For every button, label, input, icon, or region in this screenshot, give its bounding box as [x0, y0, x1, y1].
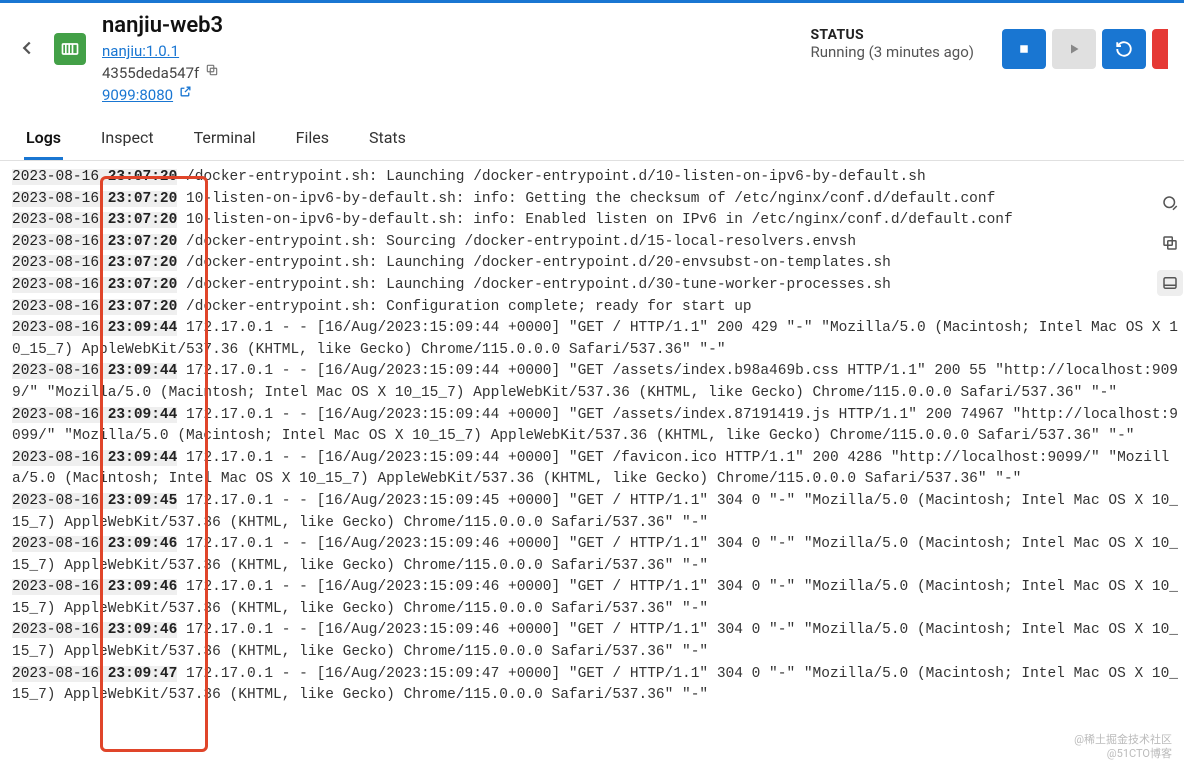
log-message: 172.17.0.1 - - [16/Aug/2023:15:09:47 +00… [12, 666, 1178, 704]
log-line: 2023-08-16 23:09:47 172.17.0.1 - - [16/A… [12, 664, 1184, 707]
log-timestamp: 2023-08-16 23:09:47 [12, 666, 177, 682]
log-timestamp: 2023-08-16 23:07:20 [12, 169, 177, 185]
delete-button[interactable] [1152, 29, 1168, 69]
header: nanjiu-web3 nanjiu:1.0.1 4355deda547f 90… [0, 3, 1184, 114]
log-line: 2023-08-16 23:09:44 172.17.0.1 - - [16/A… [12, 361, 1184, 404]
log-line: 2023-08-16 23:09:45 172.17.0.1 - - [16/A… [12, 491, 1184, 534]
stop-button[interactable] [1002, 29, 1046, 69]
status-text: Running (3 minutes ago) [811, 43, 974, 61]
copy-icon[interactable] [205, 62, 219, 84]
log-line: 2023-08-16 23:07:20 10-listen-on-ipv6-by… [12, 189, 1184, 211]
back-button[interactable] [16, 13, 38, 66]
log-message: 172.17.0.1 - - [16/Aug/2023:15:09:46 +00… [12, 536, 1178, 574]
log-timestamp: 2023-08-16 23:07:20 [12, 255, 177, 271]
log-message: /docker-entrypoint.sh: Launching /docker… [177, 255, 891, 271]
log-message: 172.17.0.1 - - [16/Aug/2023:15:09:45 +00… [12, 493, 1178, 531]
search-icon[interactable] [1157, 190, 1183, 216]
logs-side-toolbar [1156, 190, 1184, 296]
tabs: Logs Inspect Terminal Files Stats [0, 114, 1184, 161]
tab-inspect[interactable]: Inspect [99, 120, 156, 160]
log-line: 2023-08-16 23:09:44 172.17.0.1 - - [16/A… [12, 448, 1184, 491]
log-message: /docker-entrypoint.sh: Launching /docker… [177, 277, 891, 293]
tab-terminal[interactable]: Terminal [192, 120, 258, 160]
image-link[interactable]: nanjiu:1.0.1 [102, 40, 179, 62]
container-title: nanjiu-web3 [102, 13, 795, 38]
log-line: 2023-08-16 23:09:46 172.17.0.1 - - [16/A… [12, 577, 1184, 620]
tab-stats[interactable]: Stats [367, 120, 408, 160]
log-timestamp: 2023-08-16 23:09:46 [12, 622, 177, 638]
watermarks: @稀土掘金技术社区 @51CTO博客 [1074, 733, 1172, 761]
log-line: 2023-08-16 23:07:20 /docker-entrypoint.s… [12, 167, 1184, 189]
log-message: 172.17.0.1 - - [16/Aug/2023:15:09:44 +00… [12, 407, 1178, 445]
log-line: 2023-08-16 23:07:20 /docker-entrypoint.s… [12, 297, 1184, 319]
log-message: 172.17.0.1 - - [16/Aug/2023:15:09:44 +00… [12, 363, 1178, 401]
log-message: /docker-entrypoint.sh: Sourcing /docker-… [177, 234, 856, 250]
log-message: /docker-entrypoint.sh: Configuration com… [177, 299, 751, 315]
log-timestamp: 2023-08-16 23:07:20 [12, 212, 177, 228]
logs-panel[interactable]: 2023-08-16 23:07:20 /docker-entrypoint.s… [0, 161, 1184, 773]
log-timestamp: 2023-08-16 23:09:44 [12, 407, 177, 423]
log-line: 2023-08-16 23:07:20 /docker-entrypoint.s… [12, 232, 1184, 254]
log-line: 2023-08-16 23:09:46 172.17.0.1 - - [16/A… [12, 534, 1184, 577]
start-button[interactable] [1052, 29, 1096, 69]
log-line: 2023-08-16 23:09:44 172.17.0.1 - - [16/A… [12, 318, 1184, 361]
tab-files[interactable]: Files [294, 120, 331, 160]
log-timestamp: 2023-08-16 23:07:20 [12, 299, 177, 315]
log-message: 172.17.0.1 - - [16/Aug/2023:15:09:46 +00… [12, 622, 1178, 660]
log-message: 172.17.0.1 - - [16/Aug/2023:15:09:44 +00… [12, 320, 1178, 358]
log-line: 2023-08-16 23:07:20 /docker-entrypoint.s… [12, 253, 1184, 275]
log-timestamp: 2023-08-16 23:07:20 [12, 234, 177, 250]
tab-logs[interactable]: Logs [24, 120, 63, 160]
copy-logs-icon[interactable] [1157, 230, 1183, 256]
log-timestamp: 2023-08-16 23:07:20 [12, 191, 177, 207]
log-timestamp: 2023-08-16 23:09:44 [12, 320, 177, 336]
restart-button[interactable] [1102, 29, 1146, 69]
log-message: 172.17.0.1 - - [16/Aug/2023:15:09:44 +00… [12, 450, 1169, 488]
log-message: 10-listen-on-ipv6-by-default.sh: info: G… [177, 191, 995, 207]
container-icon [54, 33, 86, 65]
log-line: 2023-08-16 23:07:20 /docker-entrypoint.s… [12, 275, 1184, 297]
log-message: 172.17.0.1 - - [16/Aug/2023:15:09:46 +00… [12, 579, 1178, 617]
log-timestamp: 2023-08-16 23:09:44 [12, 450, 177, 466]
port-link[interactable]: 9099:8080 [102, 84, 173, 106]
log-message: 10-listen-on-ipv6-by-default.sh: info: E… [177, 212, 1012, 228]
container-hash: 4355deda547f [102, 62, 199, 84]
action-buttons [1002, 13, 1168, 69]
log-timestamp: 2023-08-16 23:07:20 [12, 277, 177, 293]
log-message: /docker-entrypoint.sh: Launching /docker… [177, 169, 925, 185]
log-timestamp: 2023-08-16 23:09:46 [12, 536, 177, 552]
status-block: STATUS Running (3 minutes ago) [811, 13, 986, 61]
log-timestamp: 2023-08-16 23:09:45 [12, 493, 177, 509]
log-timestamp: 2023-08-16 23:09:44 [12, 363, 177, 379]
container-info: nanjiu-web3 nanjiu:1.0.1 4355deda547f 90… [102, 13, 795, 106]
scroll-lock-icon[interactable] [1157, 270, 1183, 296]
log-line: 2023-08-16 23:09:46 172.17.0.1 - - [16/A… [12, 620, 1184, 663]
status-label: STATUS [811, 27, 974, 43]
external-link-icon[interactable] [179, 84, 192, 106]
log-line: 2023-08-16 23:09:44 172.17.0.1 - - [16/A… [12, 405, 1184, 448]
log-line: 2023-08-16 23:07:20 10-listen-on-ipv6-by… [12, 210, 1184, 232]
log-timestamp: 2023-08-16 23:09:46 [12, 579, 177, 595]
